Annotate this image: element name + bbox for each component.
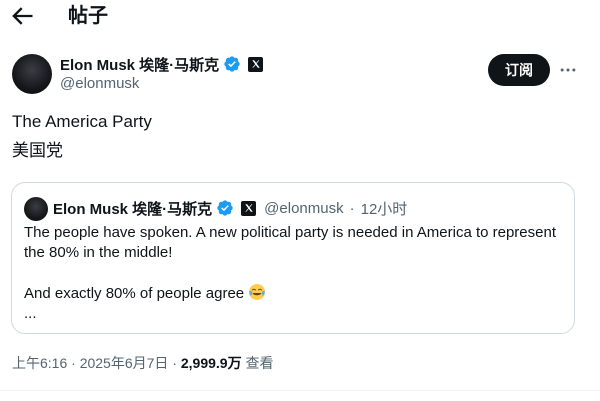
quoted-avatar (24, 197, 48, 221)
page-title: 帖子 (68, 5, 108, 27)
quoted-handle: @elonmusk (264, 199, 344, 217)
author-row: Elon Musk 埃隆·马斯克 (60, 54, 264, 75)
divider (0, 390, 600, 391)
header: 帖子 (0, 0, 600, 34)
post-date[interactable]: 2025年6月7日 (80, 355, 169, 371)
subscribe-button[interactable]: 订阅 (488, 54, 550, 86)
meta-separator: · (349, 199, 355, 217)
x-logo-icon (248, 56, 264, 72)
tears-of-joy-emoji-icon (249, 284, 266, 300)
quoted-post[interactable]: Elon Musk 埃隆·马斯克 @elonmusk · 12小时 The pe… (11, 182, 575, 334)
verified-badge-icon[interactable] (223, 55, 241, 73)
more-button[interactable] (556, 58, 580, 82)
quoted-author-row: Elon Musk 埃隆·马斯克 @elonmusk · 12小时 (53, 198, 407, 218)
quoted-text-line: The people have spoken. A new political … (24, 224, 556, 261)
quoted-text-line: And exactly 80% of people agree (24, 283, 564, 304)
meta-separator: · (172, 355, 177, 371)
x-logo-icon (241, 200, 257, 216)
verified-badge-icon (217, 200, 233, 216)
author-handle[interactable]: @elonmusk (60, 75, 139, 92)
post-text-line: The America Party (12, 112, 152, 131)
quoted-time: 12小时 (360, 200, 408, 218)
view-count: 2,999.9万 (180, 355, 242, 371)
quoted-ellipsis: ... (24, 305, 37, 322)
post-meta: 上午6:16 · 2025年6月7日 · 2,999.9万 查看 (12, 353, 273, 373)
more-horizontal-icon (560, 68, 576, 72)
author-name[interactable]: Elon Musk 埃隆·马斯克 (60, 54, 219, 75)
post-text-line: 美国党 (12, 141, 63, 160)
quoted-text: The people have spoken. A new political … (24, 223, 564, 324)
quoted-author-name: Elon Musk 埃隆·马斯克 (53, 200, 213, 218)
avatar[interactable] (12, 54, 52, 94)
meta-separator: · (71, 355, 76, 371)
arrow-left-icon (12, 7, 33, 25)
post-time[interactable]: 上午6:16 (12, 355, 67, 371)
views-label: 查看 (245, 355, 274, 371)
back-button[interactable] (8, 2, 36, 30)
